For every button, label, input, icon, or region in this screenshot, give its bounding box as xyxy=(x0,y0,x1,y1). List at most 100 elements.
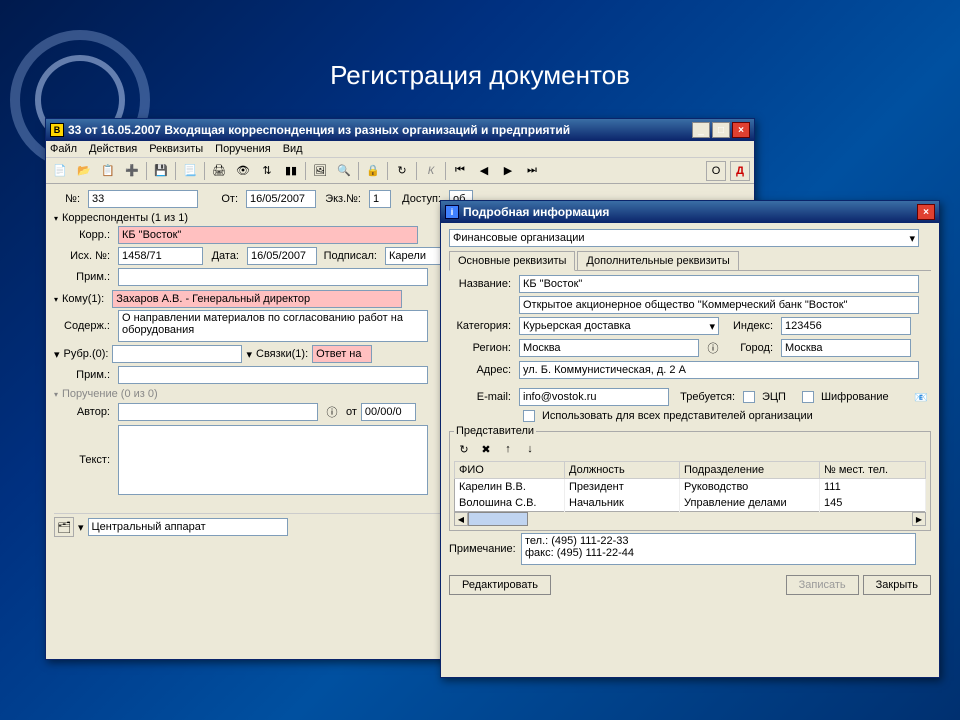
info-icon[interactable]: ⓘ xyxy=(703,338,723,358)
soderzh-input[interactable] xyxy=(118,310,428,342)
trebuetsya-label: Требуется: xyxy=(673,391,739,403)
primechanie-input[interactable] xyxy=(521,533,916,565)
menu-actions[interactable]: Действия xyxy=(89,143,137,155)
svyazki-input[interactable] xyxy=(312,345,372,363)
toolbar-search-icon[interactable]: 🔍 xyxy=(334,161,354,181)
dialog-close-button[interactable]: × xyxy=(917,204,935,220)
org-type-dropdown[interactable]: Финансовые организации ▾ xyxy=(449,229,919,247)
table-row[interactable]: Карелин В.В. Президент Руководство 111 xyxy=(455,479,926,496)
toolbar-image-icon[interactable]: 🖼 xyxy=(310,161,330,181)
toolbar-sync-icon[interactable]: ↻ xyxy=(392,161,412,181)
col-fio[interactable]: ФИО xyxy=(455,462,565,479)
email-input[interactable] xyxy=(519,388,669,406)
shifr-checkbox[interactable] xyxy=(802,391,814,403)
toolbar-prev-icon[interactable]: ◀ xyxy=(474,161,494,181)
edit-button[interactable]: Редактировать xyxy=(449,575,551,595)
collapse-icon[interactable]: ▾ xyxy=(54,214,58,223)
use-all-checkbox[interactable] xyxy=(523,410,535,422)
col-dolzh[interactable]: Должность xyxy=(565,462,680,479)
toolbar-o-button[interactable]: О xyxy=(706,161,726,181)
tab-main[interactable]: Основные реквизиты xyxy=(449,251,575,271)
toolbar-d-button[interactable]: Д xyxy=(730,161,750,181)
ekz-input[interactable] xyxy=(369,190,391,208)
toolbar-open-icon[interactable]: 📂 xyxy=(74,161,94,181)
adres-input[interactable] xyxy=(519,361,919,379)
nazvanie-input[interactable] xyxy=(519,275,919,293)
minimize-button[interactable]: _ xyxy=(692,122,710,138)
toolbar: 📄 📂 📋 ➕ 💾 📃 🖨 👁 ⇅ ▮▮ 🖼 🔍 🔒 ↻ К ⏮ ◀ ▶ ⏭ О… xyxy=(46,158,754,184)
scroll-thumb[interactable] xyxy=(468,512,528,526)
collapse-icon[interactable]: ▾ xyxy=(54,390,58,399)
save-button[interactable]: Записать xyxy=(786,575,859,595)
cancel-icon[interactable]: ✖ xyxy=(476,439,496,459)
menu-requisites[interactable]: Реквизиты xyxy=(149,143,203,155)
toolbar-lock-icon[interactable]: 🔒 xyxy=(363,161,383,181)
col-podr[interactable]: Подразделение xyxy=(680,462,820,479)
dropdown-icon[interactable]: ▾ xyxy=(78,521,84,534)
scroll-right-icon[interactable]: ▶ xyxy=(912,512,926,526)
mail-icon[interactable]: 📧 xyxy=(911,387,931,407)
ish-input[interactable] xyxy=(118,247,203,265)
table-row[interactable]: Волошина С.В. Начальник Управление делам… xyxy=(455,495,926,512)
avtor-input[interactable] xyxy=(118,403,318,421)
korr-input[interactable] xyxy=(118,226,418,244)
maximize-button[interactable]: □ xyxy=(712,122,730,138)
collapse-icon[interactable]: ▾ xyxy=(54,348,60,361)
komu-input[interactable] xyxy=(112,290,402,308)
status-input[interactable] xyxy=(88,518,288,536)
prim-input[interactable] xyxy=(118,268,428,286)
refresh-icon[interactable]: ↻ xyxy=(454,439,474,459)
info-icon: i xyxy=(445,205,459,219)
menu-file[interactable]: Файл xyxy=(50,143,77,155)
toolbar-add-icon[interactable]: ➕ xyxy=(122,161,142,181)
gorod-input[interactable] xyxy=(781,339,911,357)
predstaviteli-grid[interactable]: ФИО Должность Подразделение № мест. тел.… xyxy=(454,461,926,512)
collapse-icon[interactable]: ▾ xyxy=(246,348,252,361)
indeks-input[interactable] xyxy=(781,317,911,335)
soderzh-label: Содерж.: xyxy=(54,320,114,332)
toolbar-first-icon[interactable]: ⏮ xyxy=(450,161,470,181)
info-icon[interactable]: ⓘ xyxy=(322,402,342,422)
ot-input[interactable] xyxy=(246,190,316,208)
menu-view[interactable]: Вид xyxy=(283,143,303,155)
toolbar-new-icon[interactable]: 📄 xyxy=(50,161,70,181)
data-input[interactable] xyxy=(247,247,317,265)
up-icon[interactable]: ↑ xyxy=(498,439,518,459)
collapse-icon[interactable]: ▾ xyxy=(54,295,58,304)
menu-orders[interactable]: Поручения xyxy=(215,143,271,155)
toolbar-sort-icon[interactable]: ⇅ xyxy=(257,161,277,181)
horizontal-scrollbar[interactable]: ◀ ▶ xyxy=(454,512,926,526)
toolbar-cursive-icon[interactable]: К xyxy=(421,161,441,181)
scroll-left-icon[interactable]: ◀ xyxy=(454,512,468,526)
tab-additional[interactable]: Дополнительные реквизиты xyxy=(577,251,738,270)
kategoria-dropdown[interactable]: Курьерская доставка ▾ xyxy=(519,317,719,335)
prim2-input[interactable] xyxy=(118,366,428,384)
toolbar-last-icon[interactable]: ⏭ xyxy=(522,161,542,181)
region-input[interactable] xyxy=(519,339,699,357)
toolbar-next-icon[interactable]: ▶ xyxy=(498,161,518,181)
close-button[interactable]: × xyxy=(732,122,750,138)
korr-section: Корреспонденты (1 из 1) xyxy=(62,212,188,224)
ecp-checkbox[interactable] xyxy=(743,391,755,403)
avtor-ot-input[interactable] xyxy=(361,403,416,421)
toolbar-doc-icon[interactable]: 📃 xyxy=(180,161,200,181)
desc-input[interactable] xyxy=(519,296,919,314)
prim-label: Прим.: xyxy=(54,271,114,283)
no-input[interactable] xyxy=(88,190,198,208)
ekz-label: Экз.№: xyxy=(320,193,365,205)
toolbar-copy-icon[interactable]: 📋 xyxy=(98,161,118,181)
rubr-input[interactable] xyxy=(112,345,242,363)
col-tel[interactable]: № мест. тел. xyxy=(820,462,926,479)
close-button[interactable]: Закрыть xyxy=(863,575,931,595)
toolbar-sep xyxy=(204,162,205,180)
toolbar-preview-icon[interactable]: 👁 xyxy=(233,161,253,181)
toolbar-save-icon[interactable]: 💾 xyxy=(151,161,171,181)
prim2-label: Прим.: xyxy=(54,369,114,381)
toolbar-print-icon[interactable]: 🖨 xyxy=(209,161,229,181)
toolbar-barcode-icon[interactable]: ▮▮ xyxy=(281,161,301,181)
ot-label: от xyxy=(346,406,357,418)
down-icon[interactable]: ↓ xyxy=(520,439,540,459)
folder-icon[interactable]: 🗂 xyxy=(54,517,74,537)
podpisal-input[interactable] xyxy=(385,247,441,265)
tekst-input[interactable] xyxy=(118,425,428,495)
